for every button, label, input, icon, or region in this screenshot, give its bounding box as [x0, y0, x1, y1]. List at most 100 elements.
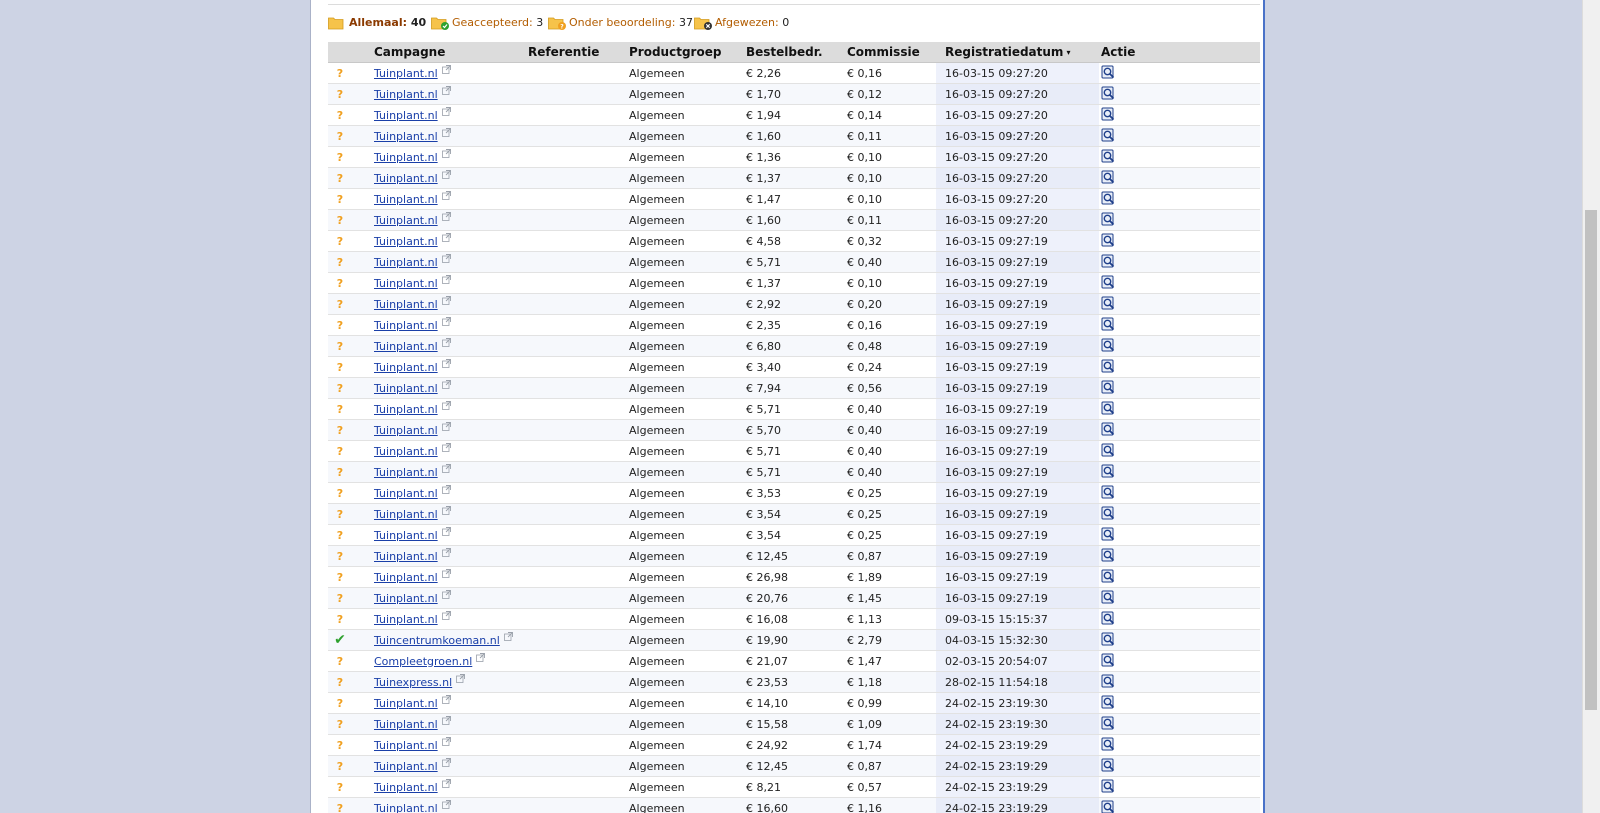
view-details-icon[interactable]	[1101, 800, 1115, 813]
campaign-link[interactable]: Tuinplant.nl	[374, 487, 438, 500]
campaign-link[interactable]: Tuinplant.nl	[374, 382, 438, 395]
campaign-link[interactable]: Tuinplant.nl	[374, 109, 438, 122]
commissie-column-header[interactable]: Commissie	[838, 42, 936, 63]
campaign-link[interactable]: Tuinplant.nl	[374, 67, 438, 80]
external-link-icon[interactable]	[441, 568, 451, 581]
view-details-icon[interactable]	[1101, 401, 1115, 418]
view-details-icon[interactable]	[1101, 338, 1115, 355]
external-link-icon[interactable]	[441, 127, 451, 140]
campaign-link[interactable]: Compleetgroen.nl	[374, 655, 472, 668]
view-details-icon[interactable]	[1101, 443, 1115, 460]
external-link-icon[interactable]	[441, 295, 451, 308]
external-link-icon[interactable]	[441, 211, 451, 224]
campaign-link[interactable]: Tuinplant.nl	[374, 151, 438, 164]
external-link-icon[interactable]	[441, 379, 451, 392]
campaign-link[interactable]: Tuinplant.nl	[374, 403, 438, 416]
campaign-link[interactable]: Tuinplant.nl	[374, 445, 438, 458]
view-details-icon[interactable]	[1101, 212, 1115, 229]
external-link-icon[interactable]	[441, 400, 451, 413]
campaign-link[interactable]: Tuinplant.nl	[374, 130, 438, 143]
external-link-icon[interactable]	[503, 631, 513, 644]
external-link-icon[interactable]	[441, 757, 451, 770]
view-details-icon[interactable]	[1101, 317, 1115, 334]
external-link-icon[interactable]	[441, 421, 451, 434]
campaign-link[interactable]: Tuinplant.nl	[374, 88, 438, 101]
campaign-link[interactable]: Tuinplant.nl	[374, 760, 438, 773]
view-details-icon[interactable]	[1101, 716, 1115, 733]
page-scrollbar[interactable]	[1582, 0, 1600, 813]
view-details-icon[interactable]	[1101, 254, 1115, 271]
campaign-link[interactable]: Tuinplant.nl	[374, 235, 438, 248]
external-link-icon[interactable]	[441, 358, 451, 371]
external-link-icon[interactable]	[441, 484, 451, 497]
external-link-icon[interactable]	[441, 505, 451, 518]
view-details-icon[interactable]	[1101, 695, 1115, 712]
view-details-icon[interactable]	[1101, 674, 1115, 691]
view-details-icon[interactable]	[1101, 170, 1115, 187]
view-details-icon[interactable]	[1101, 611, 1115, 628]
external-link-icon[interactable]	[441, 64, 451, 77]
view-details-icon[interactable]	[1101, 107, 1115, 124]
view-details-icon[interactable]	[1101, 128, 1115, 145]
view-details-icon[interactable]	[1101, 527, 1115, 544]
productgroep-column-header[interactable]: Productgroep	[620, 42, 737, 63]
external-link-icon[interactable]	[441, 274, 451, 287]
campaign-link[interactable]: Tuinplant.nl	[374, 193, 438, 206]
view-details-icon[interactable]	[1101, 485, 1115, 502]
external-link-icon[interactable]	[441, 148, 451, 161]
view-details-icon[interactable]	[1101, 464, 1115, 481]
view-details-icon[interactable]	[1101, 548, 1115, 565]
view-details-icon[interactable]	[1101, 422, 1115, 439]
view-details-icon[interactable]	[1101, 380, 1115, 397]
external-link-icon[interactable]	[441, 589, 451, 602]
external-link-icon[interactable]	[476, 652, 486, 665]
external-link-icon[interactable]	[441, 778, 451, 791]
campaign-link[interactable]: Tuinplant.nl	[374, 277, 438, 290]
external-link-icon[interactable]	[441, 106, 451, 119]
view-details-icon[interactable]	[1101, 149, 1115, 166]
campaign-link[interactable]: Tuinplant.nl	[374, 172, 438, 185]
campaign-link[interactable]: Tuinplant.nl	[374, 571, 438, 584]
view-details-icon[interactable]	[1101, 359, 1115, 376]
external-link-icon[interactable]	[441, 736, 451, 749]
view-details-icon[interactable]	[1101, 86, 1115, 103]
external-link-icon[interactable]	[441, 442, 451, 455]
campaign-link[interactable]: Tuinexpress.nl	[374, 676, 452, 689]
external-link-icon[interactable]	[441, 316, 451, 329]
external-link-icon[interactable]	[441, 85, 451, 98]
campaign-link[interactable]: Tuinplant.nl	[374, 214, 438, 227]
view-details-icon[interactable]	[1101, 737, 1115, 754]
campaign-link[interactable]: Tuinplant.nl	[374, 508, 438, 521]
view-details-icon[interactable]	[1101, 296, 1115, 313]
external-link-icon[interactable]	[441, 253, 451, 266]
view-details-icon[interactable]	[1101, 275, 1115, 292]
campaign-link[interactable]: Tuinplant.nl	[374, 298, 438, 311]
campaign-link[interactable]: Tuinplant.nl	[374, 550, 438, 563]
external-link-icon[interactable]	[441, 463, 451, 476]
view-details-icon[interactable]	[1101, 632, 1115, 649]
view-details-icon[interactable]	[1101, 590, 1115, 607]
external-link-icon[interactable]	[441, 232, 451, 245]
campaign-link[interactable]: Tuinplant.nl	[374, 361, 438, 374]
view-details-icon[interactable]	[1101, 569, 1115, 586]
campaign-link[interactable]: Tuinplant.nl	[374, 613, 438, 626]
campaign-link[interactable]: Tuinplant.nl	[374, 256, 438, 269]
campaign-link[interactable]: Tuinplant.nl	[374, 529, 438, 542]
external-link-icon[interactable]	[441, 337, 451, 350]
campaign-link[interactable]: Tuinplant.nl	[374, 424, 438, 437]
external-link-icon[interactable]	[441, 694, 451, 707]
external-link-icon[interactable]	[441, 799, 451, 812]
view-details-icon[interactable]	[1101, 233, 1115, 250]
bestelbedr-column-header[interactable]: Bestelbedr.	[737, 42, 838, 63]
campaign-link[interactable]: Tuinplant.nl	[374, 718, 438, 731]
campaign-link[interactable]: Tuinplant.nl	[374, 592, 438, 605]
campaign-link[interactable]: Tuincentrumkoeman.nl	[374, 634, 500, 647]
campaign-link[interactable]: Tuinplant.nl	[374, 697, 438, 710]
referentie-column-header[interactable]: Referentie	[528, 42, 620, 63]
view-details-icon[interactable]	[1101, 653, 1115, 670]
campagne-column-header[interactable]: Campagne	[352, 42, 528, 63]
external-link-icon[interactable]	[441, 547, 451, 560]
external-link-icon[interactable]	[441, 610, 451, 623]
view-details-icon[interactable]	[1101, 758, 1115, 775]
campaign-link[interactable]: Tuinplant.nl	[374, 739, 438, 752]
